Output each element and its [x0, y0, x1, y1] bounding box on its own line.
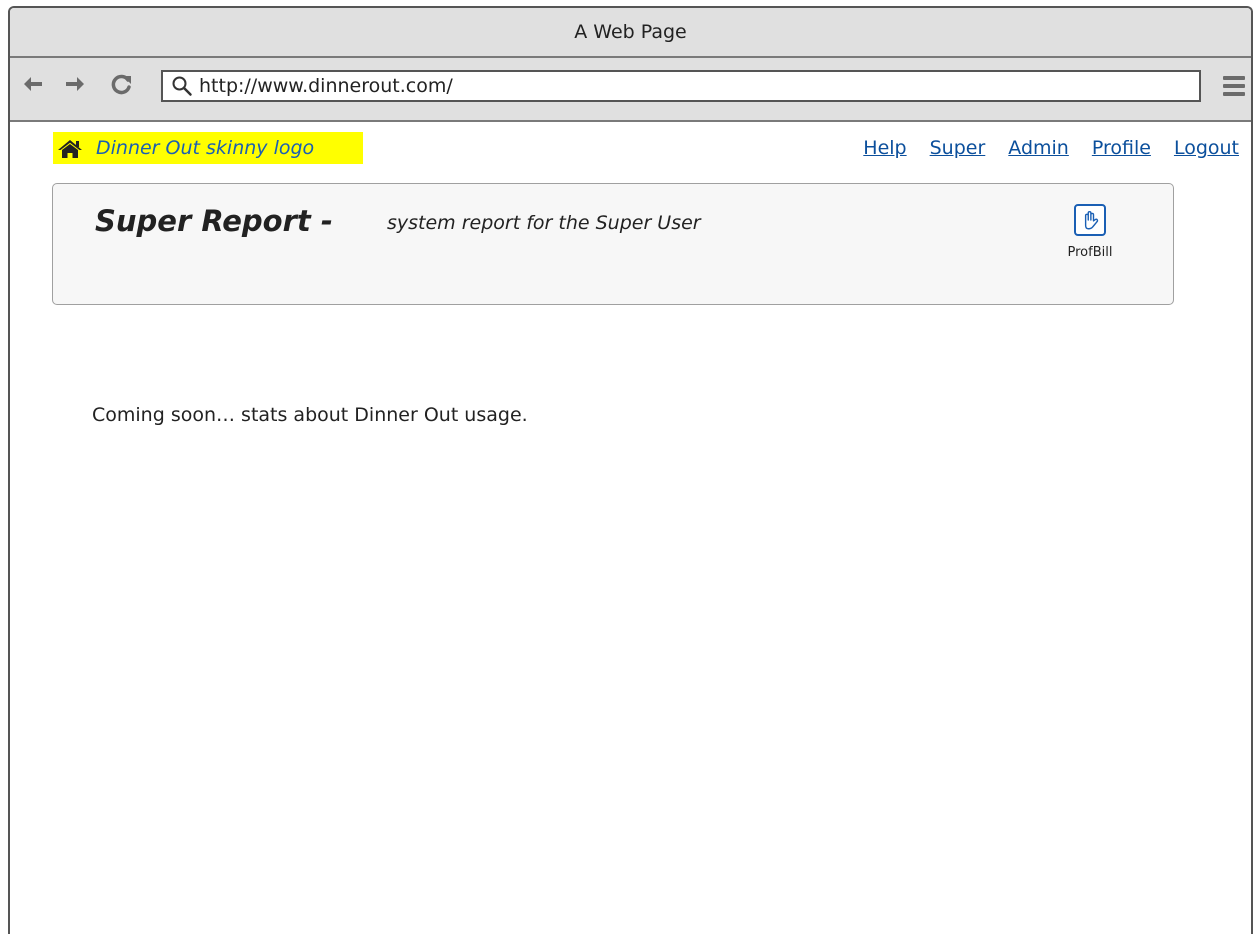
nav-link-super[interactable]: Super — [930, 133, 986, 163]
browser-toolbar: http://www.dinnerout.com/ — [10, 58, 1251, 122]
hand-icon — [1074, 204, 1106, 236]
search-icon — [172, 76, 192, 96]
forward-icon[interactable] — [60, 72, 88, 100]
page-title: Super Report - — [95, 204, 333, 238]
nav-link-profile[interactable]: Profile — [1092, 133, 1151, 163]
address-bar[interactable]: http://www.dinnerout.com/ — [161, 70, 1201, 102]
coming-soon-text: Coming soon… stats about Dinner Out usag… — [92, 404, 528, 426]
report-header-panel: Super Report - system report for the Sup… — [52, 183, 1174, 305]
nav-link-logout[interactable]: Logout — [1174, 133, 1239, 163]
logo-link[interactable]: Dinner Out skinny logo — [53, 132, 363, 164]
nav-link-help[interactable]: Help — [863, 133, 906, 163]
page-subtitle: system report for the Super User — [387, 212, 701, 234]
back-icon[interactable] — [20, 72, 48, 100]
window-title: A Web Page — [10, 8, 1251, 58]
hamburger-menu-icon[interactable] — [1223, 76, 1245, 96]
browser-window: A Web Page http://www.dinnerout.com/ Din… — [8, 6, 1253, 934]
address-text: http://www.dinnerout.com/ — [199, 75, 453, 97]
top-nav: Help Super Admin Profile Logout — [840, 133, 1239, 163]
page-content: Dinner Out skinny logo Help Super Admin Pro… — [10, 122, 1251, 934]
home-icon — [58, 140, 82, 158]
nav-link-admin[interactable]: Admin — [1008, 133, 1069, 163]
profbill-label: ProfBill — [1067, 245, 1113, 260]
profbill-button[interactable]: ProfBill — [1056, 204, 1124, 260]
reload-icon[interactable] — [108, 72, 136, 100]
logo-text: Dinner Out skinny logo — [96, 137, 315, 159]
